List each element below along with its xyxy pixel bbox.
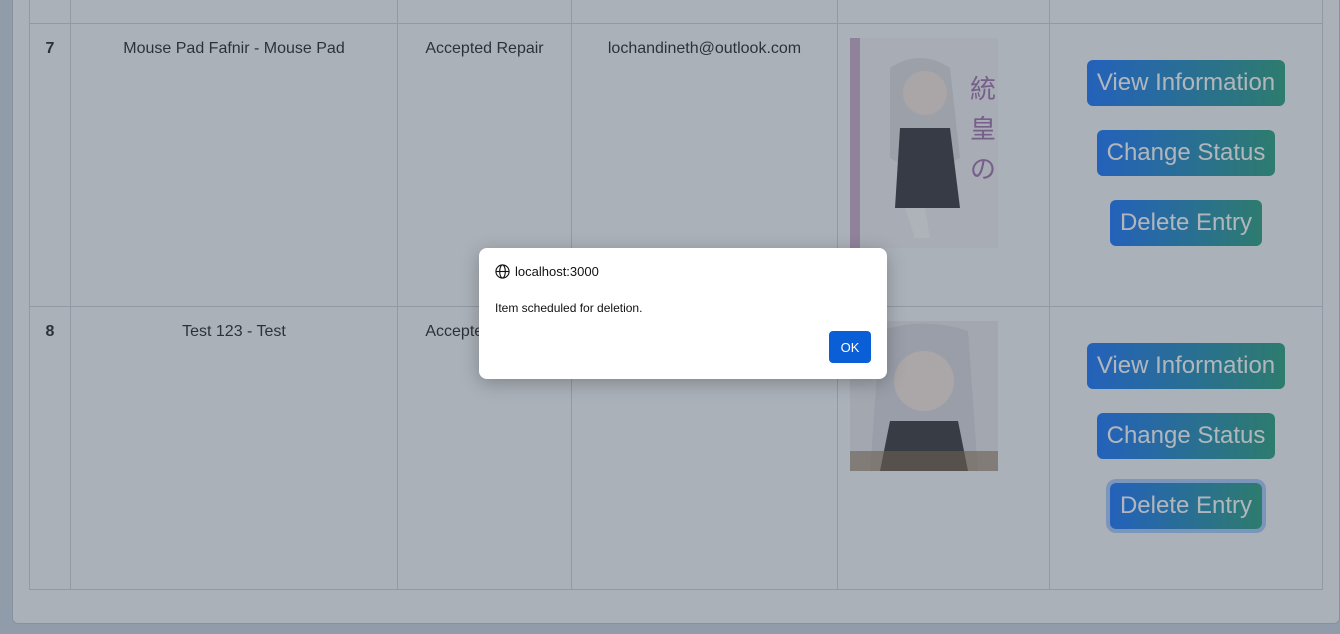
dialog-origin-text: localhost:3000 bbox=[515, 264, 599, 279]
ok-button[interactable]: OK bbox=[829, 331, 871, 363]
dialog-message: Item scheduled for deletion. bbox=[495, 301, 643, 315]
alert-dialog: localhost:3000 Item scheduled for deleti… bbox=[479, 248, 887, 379]
globe-icon bbox=[495, 264, 510, 279]
dialog-origin: localhost:3000 bbox=[495, 264, 599, 279]
